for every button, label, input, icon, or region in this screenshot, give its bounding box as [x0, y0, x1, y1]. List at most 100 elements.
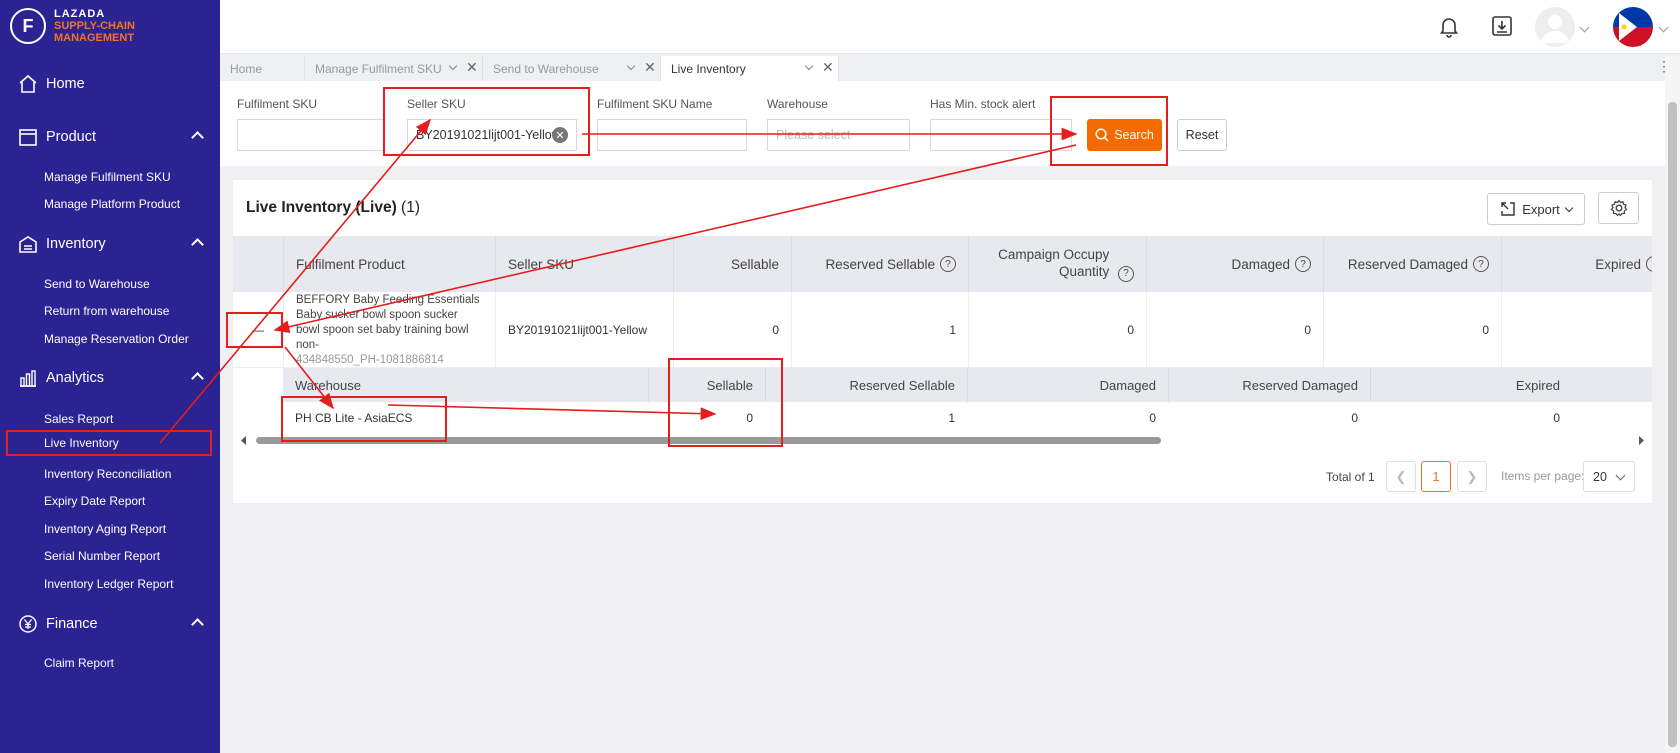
warehouse-label: Warehouse	[767, 97, 828, 111]
help-icon[interactable]: ?	[1473, 256, 1489, 272]
nav-inventory-ledger-report[interactable]: Inventory Ledger Report	[44, 577, 173, 591]
col-damaged-label: Damaged	[1231, 256, 1290, 272]
export-label: Export	[1522, 201, 1560, 217]
nav-return-from-warehouse[interactable]: Return from warehouse	[44, 304, 169, 318]
annotation-box-sellable	[668, 358, 783, 447]
settings-button[interactable]	[1598, 192, 1639, 224]
chevron-up-icon[interactable]	[191, 618, 204, 631]
download-icon[interactable]	[1490, 14, 1514, 41]
result-count: (1)	[401, 199, 420, 216]
avatar[interactable]	[1535, 7, 1575, 47]
col-sellable: Sellable	[673, 236, 791, 292]
nav-manage-platform-product[interactable]: Manage Platform Product	[44, 197, 180, 211]
nav-expiry-date-report[interactable]: Expiry Date Report	[44, 494, 145, 508]
nav-claim-report[interactable]: Claim Report	[44, 656, 114, 670]
help-icon[interactable]: ?	[1295, 256, 1311, 272]
chevron-down-icon	[1615, 470, 1626, 481]
close-icon[interactable]: ✕	[644, 59, 656, 76]
tab-bar: Home Manage Fulfilment SKU ✕ Send to War…	[220, 56, 1671, 81]
tab-manage-fulfilment-sku[interactable]: Manage Fulfilment SKU ✕	[305, 56, 483, 81]
top-header	[220, 0, 1680, 54]
page-button[interactable]: 1	[1421, 461, 1451, 492]
nav-manage-fulfilment-sku[interactable]: Manage Fulfilment SKU	[44, 170, 171, 184]
items-per-page-select[interactable]: 20	[1583, 461, 1635, 492]
horizontal-scrollbar[interactable]	[240, 435, 1645, 446]
reset-button[interactable]: Reset	[1177, 119, 1227, 151]
nav-serial-number-report[interactable]: Serial Number Report	[44, 549, 160, 563]
tab-send-to-warehouse[interactable]: Send to Warehouse ✕	[483, 56, 661, 81]
items-per-page-label: Items per page:	[1501, 469, 1585, 483]
gear-icon	[1610, 199, 1628, 217]
tab-live-inventory[interactable]: Live Inventory ✕	[661, 56, 839, 81]
scroll-thumb[interactable]	[1668, 102, 1677, 747]
brand-logo[interactable]: F LAZADA SUPPLY-CHAIN MANAGEMENT	[10, 8, 135, 44]
home-icon	[18, 74, 38, 94]
sub-table-row: PH CB Lite - AsiaECS 0 1 0 0 0	[283, 402, 1652, 434]
yen-icon	[18, 614, 38, 634]
col-seller-sku: Seller SKU	[495, 236, 673, 292]
nav-home[interactable]: Home	[0, 72, 220, 96]
tab-label: Live Inventory	[671, 61, 746, 76]
col-reserved-sellable: Reserved Sellable ?	[791, 236, 968, 292]
vertical-scrollbar[interactable]	[1665, 56, 1680, 753]
brand-line1: LAZADA	[54, 8, 106, 20]
col-campaign-occupy: Campaign Occupy Quantity ?	[968, 236, 1146, 292]
next-page-button[interactable]: ❯	[1457, 461, 1487, 492]
chevron-up-icon[interactable]	[191, 238, 204, 251]
col-reserved-damaged-label: Reserved Damaged	[1347, 256, 1468, 272]
nav-inventory-aging-report[interactable]: Inventory Aging Report	[44, 522, 166, 536]
sub-col-expired: Expired	[1370, 368, 1572, 402]
tab-home[interactable]: Home	[220, 56, 305, 81]
help-icon[interactable]: ?	[1118, 265, 1134, 282]
nav-home-label: Home	[46, 76, 85, 92]
warehouse-select[interactable]: Please select	[767, 119, 910, 151]
col-damaged: Damaged ?	[1146, 236, 1323, 292]
nav-finance[interactable]: Finance	[0, 612, 220, 636]
nav-inventory[interactable]: Inventory	[0, 232, 220, 256]
help-icon[interactable]: ?	[940, 256, 956, 272]
help-icon[interactable]: ?	[1646, 256, 1652, 272]
chevron-up-icon[interactable]	[191, 372, 204, 385]
box-icon	[18, 127, 38, 147]
sub-col-damaged: Damaged	[967, 368, 1168, 402]
chevron-down-icon[interactable]	[804, 61, 814, 71]
nav-inventory-reconciliation[interactable]: Inventory Reconciliation	[44, 467, 171, 481]
table-title: Live Inventory (Live)	[246, 199, 397, 216]
prev-page-button[interactable]: ❮	[1386, 461, 1416, 492]
close-icon[interactable]: ✕	[822, 59, 834, 76]
annotation-box-seller-sku	[383, 87, 590, 156]
chevron-up-icon[interactable]	[191, 131, 204, 144]
scroll-right-icon[interactable]	[1637, 435, 1645, 446]
nav-finance-label: Finance	[46, 616, 98, 632]
export-button[interactable]: Export	[1487, 193, 1585, 225]
philippines-flag-icon[interactable]	[1613, 7, 1653, 47]
close-icon[interactable]: ✕	[466, 59, 478, 76]
chevron-down-icon[interactable]	[448, 61, 458, 71]
scroll-left-icon[interactable]	[240, 435, 248, 446]
bell-icon[interactable]	[1437, 14, 1461, 41]
cell-expired	[1501, 292, 1652, 368]
nav-product[interactable]: Product	[0, 125, 220, 149]
col-expired: Expired ?	[1501, 236, 1652, 292]
nav-send-to-warehouse[interactable]: Send to Warehouse	[44, 277, 150, 291]
tab-label: Home	[230, 61, 263, 76]
nav-analytics[interactable]: Analytics	[0, 366, 220, 390]
col-reserved-sellable-label: Reserved Sellable	[825, 256, 935, 272]
chevron-left-icon: ❮	[1395, 468, 1407, 484]
nav-manage-reservation-order[interactable]: Manage Reservation Order	[44, 332, 189, 346]
tab-label: Send to Warehouse	[493, 61, 599, 76]
chevron-down-icon[interactable]	[626, 61, 636, 71]
nav-product-label: Product	[46, 129, 96, 145]
col-fulfilment-product: Fulfilment Product	[283, 236, 495, 292]
analytics-icon	[18, 368, 38, 388]
expand-col-header	[233, 236, 283, 292]
logo-mark: F	[10, 8, 46, 44]
nav-sales-report[interactable]: Sales Report	[44, 412, 113, 426]
fulfilment-sku-name-input[interactable]	[597, 119, 747, 151]
col-reserved-damaged: Reserved Damaged ?	[1323, 236, 1501, 292]
nav-live-inventory[interactable]: Live Inventory	[6, 430, 212, 456]
product-id: 434848550_PH-1081886814	[296, 353, 444, 366]
fulfilment-sku-name-label: Fulfilment SKU Name	[597, 97, 713, 111]
cell-sellable: 0	[673, 292, 791, 368]
fulfilment-sku-input[interactable]	[237, 119, 385, 151]
